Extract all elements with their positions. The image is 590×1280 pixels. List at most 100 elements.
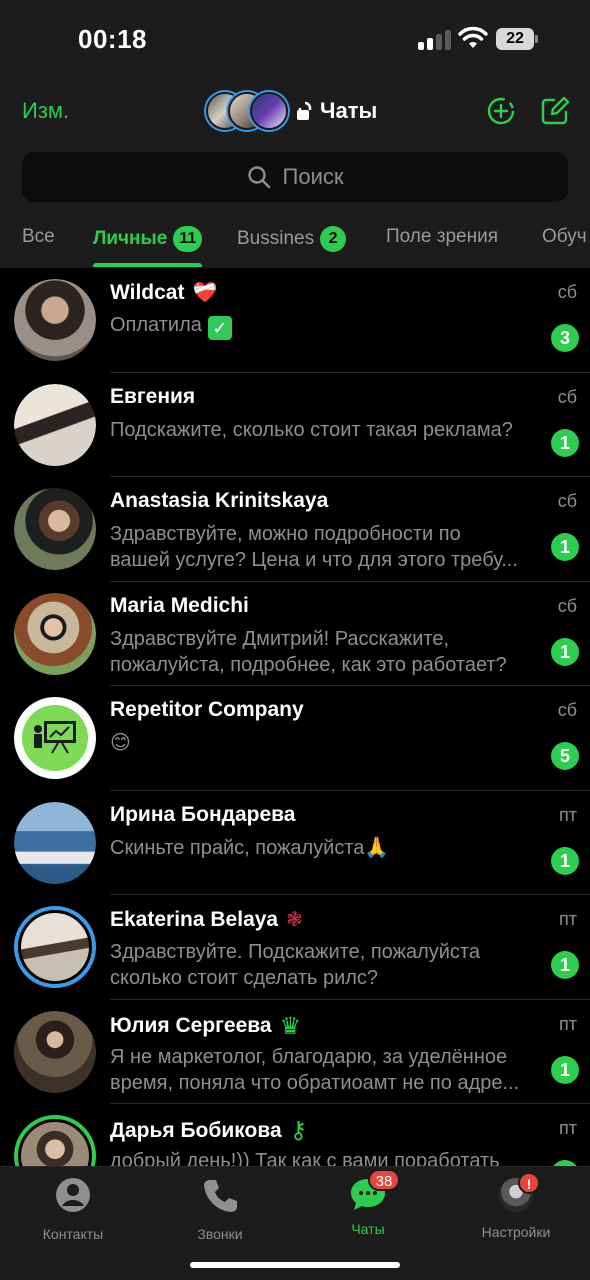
battery-icon: 22 (496, 28, 538, 50)
chat-name-text: Ирина Бондарева (110, 802, 296, 826)
tab-label: Чаты (351, 1221, 385, 1237)
tab-label: Обуч (542, 226, 587, 247)
compose-icon[interactable] (540, 96, 570, 126)
chat-name-text: Дарья Бобикова (110, 1118, 282, 1142)
tab-calls[interactable]: Звонки (160, 1175, 280, 1242)
preview-line: вашей услуге? Цена и что для этого требу… (110, 549, 518, 571)
tab-badge: 2 (320, 226, 347, 252)
preview-line: Оплатила (110, 314, 202, 336)
preview-line: время, поняла что обратиоамт не по адре.… (110, 1071, 520, 1094)
chat-name: Евгения (110, 385, 195, 409)
chat-name: Дарья Бобикова ⚷ (110, 1116, 307, 1145)
chat-time: сб (557, 282, 577, 302)
avatar (14, 1010, 96, 1093)
avatar (14, 801, 96, 884)
avatar (14, 279, 96, 361)
chat-preview: Здравствуйте Дмитрий! Расскажите, пожалу… (110, 626, 542, 678)
stories-avatar-stack[interactable] (206, 90, 288, 134)
status-time: 00:18 (78, 24, 147, 54)
chat-time: сб (557, 700, 577, 720)
preview-line: Скиньте прайс, пожалуйста🙏 (110, 836, 390, 859)
calls-icon (204, 1180, 237, 1212)
chat-name-text: Юлия Сергеева (110, 1014, 272, 1037)
unread-badge: 1 (551, 428, 579, 457)
chat-preview: добрый день!)) Так как с вами поработать (110, 1148, 542, 1166)
settings-avatar-icon: ! (496, 1172, 540, 1218)
chat-time: сб (557, 491, 577, 511)
chat-name-text: Евгения (110, 384, 196, 408)
chat-time: пт (559, 909, 577, 929)
edit-button[interactable]: Изм. (22, 98, 69, 124)
preview-line: Я не маркетолог, благодарю, за уделённое (110, 1045, 508, 1068)
header-title-group: Чаты (296, 98, 377, 124)
key-icon: ⚷ (289, 1117, 308, 1144)
unread-badge: 1 (551, 1055, 579, 1084)
chat-time: пт (559, 1118, 577, 1138)
chat-name: Repetitor Company (110, 698, 304, 722)
chat-preview: 😊 (110, 730, 542, 756)
preview-line: Здравствуйте Дмитрий! Расскажите, (110, 627, 450, 650)
chat-name: Anastasia Krinitskaya (110, 489, 328, 513)
unread-badge: 1 (551, 846, 579, 875)
check-mark-icon: ✓ (207, 316, 232, 340)
tab-label: Настройки (481, 1224, 551, 1240)
chat-row-anastasia-krinitskaya[interactable]: Anastasia Krinitskaya сб Здравствуйте, м… (0, 477, 590, 582)
chat-preview: Я не маркетолог, благодарю, за уделённое… (110, 1044, 542, 1096)
chat-time: сб (557, 386, 577, 407)
tab-all[interactable]: Все (22, 226, 55, 248)
tab-bussines[interactable]: Bussines 2 (237, 226, 347, 252)
chat-row-maria-medichi[interactable]: Maria Medichi сб Здравствуйте Дмитрий! Р… (0, 582, 590, 686)
flower-icon: ❃ (286, 909, 303, 931)
tab-field-of-view[interactable]: Поле зрения (386, 226, 498, 248)
contacts-icon (56, 1178, 90, 1212)
new-story-icon[interactable] (486, 96, 516, 126)
chat-name: Ирина Бондарева (110, 803, 295, 827)
tab-chats[interactable]: 38 Чаты (308, 1169, 428, 1237)
preview-line: Здравствуйте, можно подробности по (110, 523, 461, 545)
tab-label: Все (22, 226, 55, 247)
chat-name-text: Wildcat (110, 280, 185, 304)
signal-icon (418, 30, 452, 50)
chat-row-irina-bondareva[interactable]: Ирина Бондарева пт Скиньте прайс, пожалу… (0, 791, 590, 895)
chat-preview: Здравствуйте. Подскажите, пожалуйста ско… (110, 939, 542, 991)
chat-time: сб (557, 595, 577, 616)
chat-name: Ekaterina Belaya ❃ (110, 907, 303, 932)
chat-name-text: Anastasia Krinitskaya (110, 489, 329, 512)
chat-time: пт (559, 804, 577, 825)
chat-name: Maria Medichi (110, 594, 249, 618)
tab-learning[interactable]: Обуч (542, 226, 587, 248)
tab-label: Контакты (42, 1226, 104, 1242)
tab-badge: 11 (173, 226, 203, 252)
chat-row-wildcat[interactable]: Wildcat ❤️‍🩹 сб Оплатила ✓ 3 (0, 268, 590, 373)
tab-personal[interactable]: Личные 11 (93, 226, 203, 252)
avatar (14, 488, 96, 570)
chat-row-darya-bobikova[interactable]: Дарья Бобикова ⚷ пт добрый день!)) Так к… (0, 1104, 590, 1166)
chat-row-repetitor-company[interactable]: Repetitor Company сб 😊 5 (0, 686, 590, 791)
tab-label: Поле зрения (386, 226, 498, 247)
active-tab-indicator (93, 263, 202, 267)
chat-preview: Здравствуйте, можно подробности по вашей… (110, 521, 542, 573)
wifi-icon (458, 26, 488, 48)
chat-preview: Подскажите, сколько стоит такая реклама? (110, 417, 542, 443)
story-avatar[interactable] (250, 92, 288, 130)
tab-label: Звонки (197, 1226, 243, 1242)
tab-contacts[interactable]: Контакты (13, 1175, 133, 1242)
search-placeholder: Поиск (282, 164, 344, 189)
preview-line: 😊 (110, 732, 131, 754)
search-input[interactable]: Поиск (22, 152, 568, 202)
chat-name-text: Ekaterina Belaya (110, 907, 279, 931)
chat-row-ekaterina-belaya[interactable]: Ekaterina Belaya ❃ пт Здравствуйте. Подс… (0, 895, 590, 1000)
chat-row-yulia-sergeeva[interactable]: Юлия Сергеева ♛ пт Я не маркетолог, благ… (0, 1000, 590, 1104)
chat-preview: Оплатила ✓ (110, 312, 542, 340)
status-bar: 00:18 22 (0, 0, 590, 78)
chat-row-evgenia[interactable]: Евгения сб Подскажите, сколько стоит так… (0, 373, 590, 477)
avatar (14, 592, 96, 675)
lock-icon[interactable] (296, 100, 314, 122)
presentation-board-icon (34, 721, 76, 754)
unread-badge: 1 (551, 533, 579, 561)
home-indicator (190, 1262, 400, 1268)
page-title: Чаты (320, 98, 378, 123)
tab-settings[interactable]: ! Настройки (456, 1172, 576, 1240)
preview-line: добрый день!)) Так как с вами поработать (110, 1150, 500, 1166)
chat-time: пт (559, 1013, 577, 1034)
